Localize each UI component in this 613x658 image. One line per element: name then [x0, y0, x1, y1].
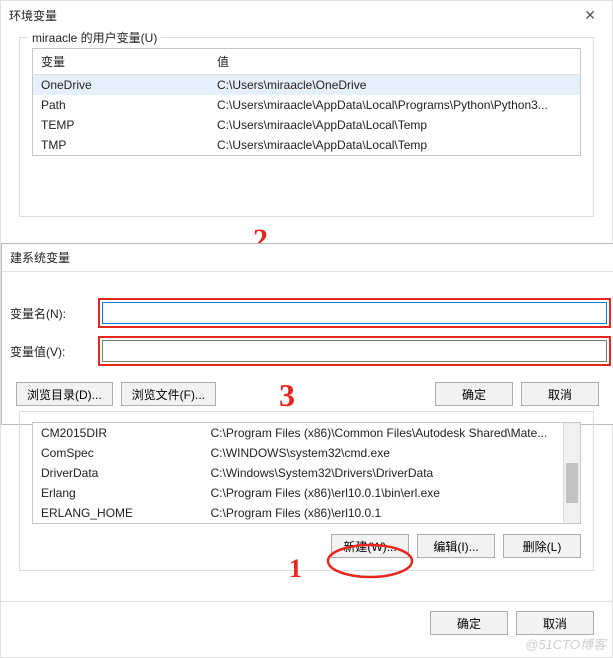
system-new-button[interactable]: 新建(W)...: [331, 534, 409, 558]
titlebar: 环境变量 ✕: [1, 1, 612, 29]
dialog-cancel-button[interactable]: 取消: [521, 382, 599, 406]
var-name-label: 变量名(N):: [8, 305, 102, 322]
browse-file-button[interactable]: 浏览文件(F)...: [121, 382, 216, 406]
user-vars-group: miraacle 的用户变量(U) 变量 值 OneDrive C:\Users…: [19, 37, 594, 217]
system-vars-group: CM2015DIR C:\Program Files (x86)\Common …: [19, 411, 594, 571]
col-name[interactable]: 变量: [33, 49, 210, 75]
vertical-scrollbar[interactable]: [563, 423, 580, 523]
env-vars-window: 环境变量 ✕ miraacle 的用户变量(U) 变量 值 OneDrive C…: [0, 0, 613, 658]
watermark: @51CTO博客: [525, 634, 606, 653]
dialog-ok-button[interactable]: 确定: [435, 382, 513, 406]
user-vars-legend: miraacle 的用户变量(U): [28, 29, 161, 46]
var-value-input[interactable]: [102, 340, 607, 362]
table-row[interactable]: OneDrive C:\Users\miraacle\OneDrive: [33, 75, 581, 96]
new-system-variable-dialog: 建系统变量 变量名(N): 变量值(V): 浏览目录(D)... 浏览文件(F)…: [1, 243, 613, 425]
system-edit-button[interactable]: 编辑(I)...: [417, 534, 495, 558]
system-vars-table[interactable]: CM2015DIR C:\Program Files (x86)\Common …: [32, 422, 581, 524]
table-row[interactable]: ComSpec C:\WINDOWS\system32\cmd.exe: [33, 443, 581, 463]
table-row[interactable]: Path C:\Users\miraacle\AppData\Local\Pro…: [33, 95, 581, 115]
table-row[interactable]: TEMP C:\Users\miraacle\AppData\Local\Tem…: [33, 115, 581, 135]
scrollbar-thumb[interactable]: [566, 463, 578, 503]
var-value-label: 变量值(V):: [8, 343, 102, 360]
col-value[interactable]: 值: [209, 49, 581, 75]
system-delete-button[interactable]: 删除(L): [503, 534, 581, 558]
table-row[interactable]: DriverData C:\Windows\System32\Drivers\D…: [33, 463, 581, 483]
outer-ok-button[interactable]: 确定: [430, 611, 508, 635]
table-row[interactable]: Erlang C:\Program Files (x86)\erl10.0.1\…: [33, 483, 581, 503]
outer-cancel-button[interactable]: 取消: [516, 611, 594, 635]
var-name-input[interactable]: [102, 302, 607, 324]
table-row[interactable]: TMP C:\Users\miraacle\AppData\Local\Temp: [33, 135, 581, 156]
table-row[interactable]: CM2015DIR C:\Program Files (x86)\Common …: [33, 423, 581, 444]
browse-dir-button[interactable]: 浏览目录(D)...: [16, 382, 113, 406]
table-row[interactable]: ERLANG_HOME C:\Program Files (x86)\erl10…: [33, 503, 581, 524]
window-title: 环境变量: [9, 7, 57, 24]
outer-button-row: 确定 取消: [430, 611, 594, 635]
close-icon[interactable]: ✕: [576, 7, 604, 24]
dialog-title: 建系统变量: [2, 244, 613, 272]
user-vars-table[interactable]: 变量 值 OneDrive C:\Users\miraacle\OneDrive…: [32, 48, 581, 156]
